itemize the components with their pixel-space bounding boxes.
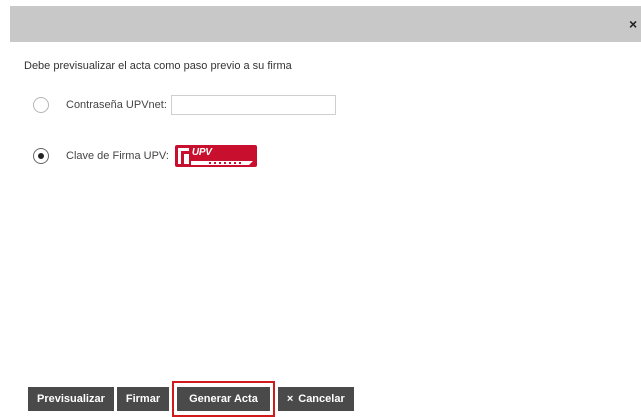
- preview-button[interactable]: Previsualizar: [28, 387, 114, 411]
- upv-logo[interactable]: UPV: [174, 145, 257, 167]
- upv-logo-text: UPV: [191, 147, 212, 158]
- upv-logo-graphic: [177, 148, 253, 165]
- cancel-label: Cancelar: [298, 393, 345, 405]
- signature-radio[interactable]: [33, 148, 49, 164]
- generate-act-button[interactable]: Generar Acta: [177, 387, 270, 411]
- sign-button[interactable]: Firmar: [116, 387, 170, 411]
- signature-option-row: Clave de Firma UPV: UPV: [33, 145, 257, 167]
- button-bar: Previsualizar Firmar Generar Acta × Canc…: [28, 381, 357, 417]
- instruction-text: Debe previsualizar el acta como paso pre…: [24, 60, 292, 72]
- password-option-row: Contraseña UPVnet:: [33, 94, 336, 116]
- dialog-titlebar: ×: [10, 6, 641, 42]
- x-icon: ×: [286, 393, 294, 405]
- password-radio[interactable]: [33, 97, 49, 113]
- signature-label: Clave de Firma UPV:: [66, 150, 169, 162]
- password-label: Contraseña UPVnet:: [66, 99, 167, 111]
- close-icon[interactable]: ×: [629, 16, 641, 32]
- cancel-button[interactable]: × Cancelar: [277, 387, 354, 411]
- password-input[interactable]: [170, 95, 336, 115]
- dialog-body: Debe previsualizar el acta como paso pre…: [10, 42, 641, 417]
